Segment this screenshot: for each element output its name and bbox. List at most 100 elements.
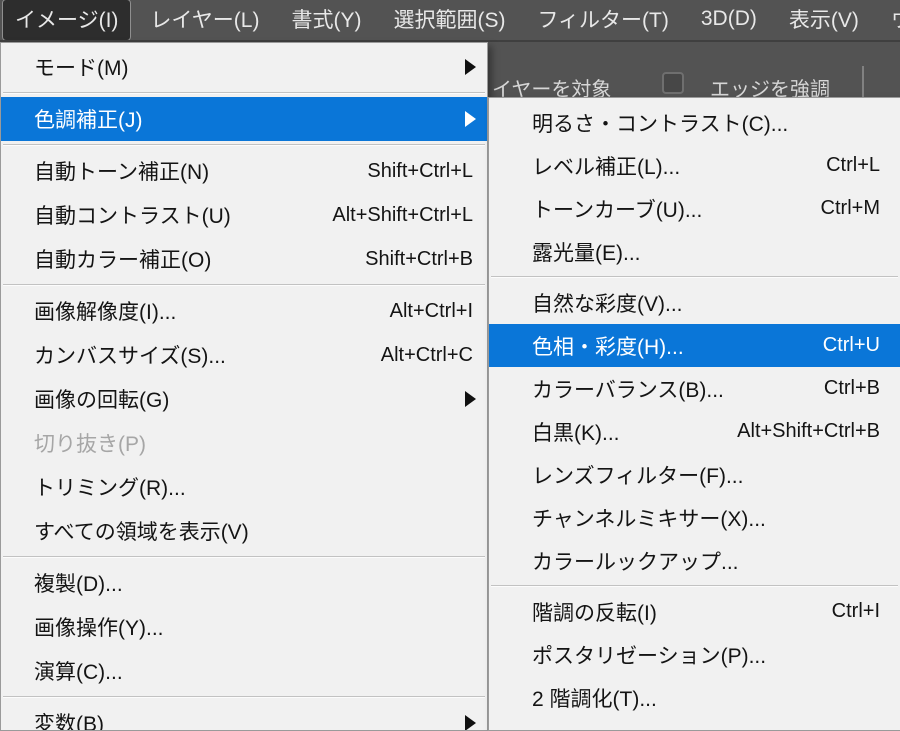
menu-item[interactable]: モード(M) <box>1 45 487 89</box>
menu-item[interactable]: 階調の反転(I) Ctrl+I <box>489 590 900 633</box>
menu-item-label: 演算(C)... <box>34 661 123 684</box>
menubar-item[interactable]: フィルター(T) <box>524 0 681 41</box>
menu-item[interactable]: カラールックアップ... <box>489 539 900 582</box>
menu-bar: イメージ(I) レイヤー(L) 書式(Y) 選択範囲(S) フィルター(T) 3… <box>0 0 900 41</box>
menu-item-label: レンズフィルター(F)... <box>532 464 744 488</box>
menu-item[interactable]: 2 階調化(T)... <box>489 676 900 719</box>
toolbar-divider <box>862 66 864 99</box>
menu-item[interactable]: カラーバランス(B)... Ctrl+B <box>489 367 900 410</box>
menu-item[interactable]: 露光量(E)... <box>489 230 900 273</box>
menubar-item-label: 書式(Y) <box>291 9 362 32</box>
menubar-item[interactable]: 3D(D) <box>688 2 770 38</box>
menu-item-label: 自然な彩度(V)... <box>532 292 683 316</box>
menu-separator <box>3 144 485 146</box>
menu-item-label: 自動カラー補正(O) <box>34 249 212 272</box>
menu-separator <box>3 696 485 698</box>
menu-item-label: 階調の反転(I) <box>532 601 657 625</box>
menu-item[interactable]: 色調補正(J) <box>1 97 487 141</box>
menu-item[interactable]: 画像解像度(I)... Alt+Ctrl+I <box>1 289 487 333</box>
image-menu-dropdown: モード(M) 色調補正(J) 自動トーン補正(N) Shift+Ctrl+L 自… <box>0 42 488 731</box>
menu-item-shortcut: Ctrl+L <box>826 154 880 176</box>
menubar-item[interactable]: 選択範囲(S) <box>380 0 518 41</box>
menu-item[interactable]: チャンネルミキサー(X)... <box>489 496 900 539</box>
submenu-arrow-icon <box>465 391 476 407</box>
menu-item-label: レベル補正(L)... <box>532 155 681 179</box>
menu-item-shortcut: Ctrl+M <box>820 197 880 219</box>
menu-item[interactable]: すべての領域を表示(V) <box>1 509 487 553</box>
menu-item-shortcut: Alt+Ctrl+C <box>380 343 473 366</box>
submenu-arrow-icon <box>465 111 476 127</box>
menu-item[interactable]: 自動カラー補正(O) Shift+Ctrl+B <box>1 237 487 281</box>
menu-item-label: 画像解像度(I)... <box>34 301 177 324</box>
adjustments-submenu: 明るさ・コントラスト(C)... レベル補正(L)... Ctrl+L トーンカ… <box>488 97 900 731</box>
menu-item[interactable]: ポスタリゼーション(P)... <box>489 633 900 676</box>
menu-item[interactable]: 画像操作(Y)... <box>1 605 487 649</box>
menu-item-label: トリミング(R)... <box>34 477 186 500</box>
menu-item-label: モード(M) <box>34 57 129 80</box>
menubar-item[interactable]: ウ <box>878 0 900 41</box>
menu-item-shortcut: Ctrl+B <box>823 377 880 399</box>
menu-item[interactable]: カンバスサイズ(S)... Alt+Ctrl+C <box>1 333 487 377</box>
menubar-item-label: ウ <box>891 9 900 32</box>
menu-item-shortcut: Alt+Shift+Ctrl+B <box>737 420 880 442</box>
menu-separator <box>491 276 898 278</box>
menu-item-shortcut: Shift+Ctrl+L <box>367 159 473 182</box>
menu-item[interactable]: 白黒(K)... Alt+Shift+Ctrl+B <box>489 410 900 453</box>
menu-item-label: 2 階調化(T)... <box>532 687 657 711</box>
menu-item[interactable]: 切り抜き(P) <box>1 421 487 465</box>
menu-item-label: 画像の回転(G) <box>34 389 170 412</box>
menu-separator <box>3 556 485 558</box>
menubar-item-label: フィルター(T) <box>537 9 669 32</box>
menu-item-shortcut: Alt+Shift+Ctrl+L <box>332 203 473 226</box>
menu-item-shortcut: Ctrl+U <box>822 334 880 356</box>
menu-separator <box>491 585 898 587</box>
menu-item-label: グラデーションマップ(G)... <box>532 726 789 731</box>
menu-item[interactable]: レベル補正(L)... Ctrl+L <box>489 144 900 187</box>
menu-item-label: 複製(D)... <box>34 573 123 596</box>
menu-item-label: トーンカーブ(U)... <box>532 198 703 222</box>
menu-item-label: 切り抜き(P) <box>34 433 146 456</box>
menubar-item[interactable]: イメージ(I) <box>2 0 132 41</box>
menu-item-shortcut: Shift+Ctrl+B <box>365 247 473 270</box>
menu-item[interactable]: 演算(C)... <box>1 649 487 693</box>
edge-emphasis-checkbox[interactable] <box>662 72 684 94</box>
menu-item[interactable]: グラデーションマップ(G)... <box>489 719 900 731</box>
submenu-arrow-icon <box>465 715 476 730</box>
menu-item-shortcut: Alt+Ctrl+I <box>389 299 473 322</box>
menu-item-label: すべての領域を表示(V) <box>34 521 249 544</box>
menu-item-label: ポスタリゼーション(P)... <box>532 644 767 668</box>
menu-item[interactable]: 自動トーン補正(N) Shift+Ctrl+L <box>1 149 487 193</box>
menu-item-shortcut: Ctrl+I <box>831 600 880 622</box>
menubar-item-label: 3D(D) <box>700 7 757 30</box>
menu-item[interactable]: 自然な彩度(V)... <box>489 281 900 324</box>
menu-item[interactable]: 自動コントラスト(U) Alt+Shift+Ctrl+L <box>1 193 487 237</box>
menu-item-label: 自動コントラスト(U) <box>34 205 231 228</box>
menu-item-label: チャンネルミキサー(X)... <box>532 507 766 531</box>
menu-item-label: カラールックアップ... <box>532 550 739 574</box>
menu-item[interactable]: 変数(B) <box>1 701 487 730</box>
menubar-item[interactable]: レイヤー(L) <box>137 0 272 41</box>
menu-item-label: 自動トーン補正(N) <box>34 161 210 184</box>
menu-item[interactable]: レンズフィルター(F)... <box>489 453 900 496</box>
menubar-item-label: 選択範囲(S) <box>393 9 506 32</box>
menubar-item-label: レイヤー(L) <box>150 9 260 32</box>
menu-item[interactable]: 複製(D)... <box>1 561 487 605</box>
menubar-item-label: 表示(V) <box>788 9 859 32</box>
menu-item-label: カラーバランス(B)... <box>532 378 724 402</box>
menubar-item-label: イメージ(I) <box>15 9 119 32</box>
menu-item[interactable]: トリミング(R)... <box>1 465 487 509</box>
menu-separator <box>3 284 485 286</box>
menu-item-label: 色調補正(J) <box>34 109 143 132</box>
menu-item[interactable]: 明るさ・コントラスト(C)... <box>489 101 900 144</box>
menubar-item[interactable]: 書式(Y) <box>278 0 374 41</box>
menu-item-label: カンバスサイズ(S)... <box>34 345 226 368</box>
menu-item-label: 画像操作(Y)... <box>34 617 164 640</box>
menu-item-label: 明るさ・コントラスト(C)... <box>532 112 789 136</box>
menu-item[interactable]: 画像の回転(G) <box>1 377 487 421</box>
submenu-arrow-icon <box>465 59 476 75</box>
menu-item-label: 色相・彩度(H)... <box>532 335 684 359</box>
menu-separator <box>3 92 485 94</box>
menubar-item[interactable]: 表示(V) <box>776 0 872 41</box>
menu-item[interactable]: トーンカーブ(U)... Ctrl+M <box>489 187 900 230</box>
menu-item[interactable]: 色相・彩度(H)... Ctrl+U <box>489 324 900 367</box>
